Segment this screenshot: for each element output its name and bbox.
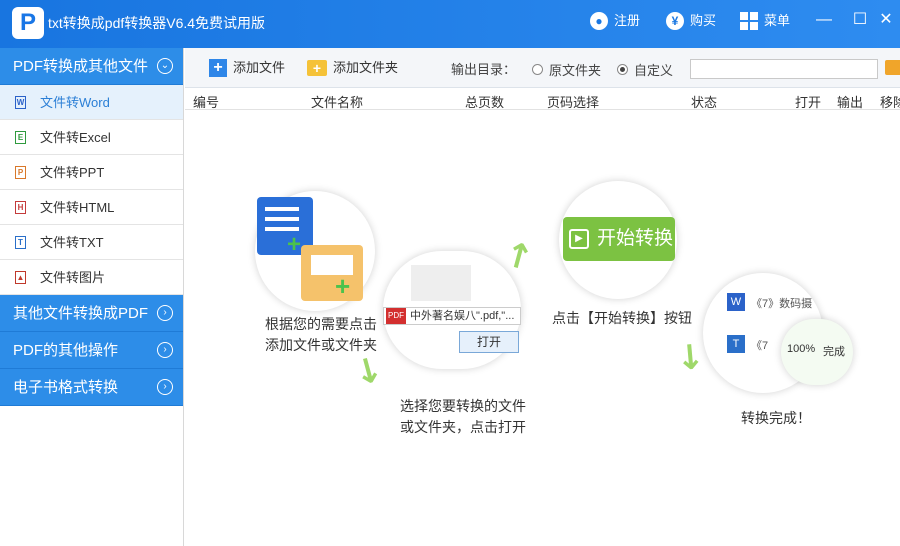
html-file-icon: H: [15, 201, 26, 214]
section-label: 其他文件转换成PDF: [13, 305, 149, 322]
sidebar-item-label: 文件转HTML: [40, 200, 115, 215]
add-folder-label: 添加文件夹: [333, 60, 399, 75]
progress-status: 完成: [823, 346, 845, 358]
sidebar-item-txt[interactable]: T 文件转TXT: [0, 225, 183, 260]
start-button-label: 开始转换: [597, 228, 674, 249]
filename-field: PDF 中外著名娱八".pdf,"...: [383, 307, 521, 325]
ppt-file-icon: P: [15, 166, 26, 179]
progress-value: 100%: [787, 343, 816, 355]
txt-file-icon: T: [727, 335, 745, 353]
step1-circle: + +: [255, 191, 375, 311]
dialog-open-button: 打开: [459, 331, 519, 353]
col-output: 输出: [837, 95, 864, 110]
sidebar-item-label: 文件转图片: [40, 270, 106, 285]
output-dir-label: 输出目录：: [451, 62, 517, 77]
sidebar-section-other-to-pdf[interactable]: 其他文件转换成PDF ›: [0, 295, 183, 332]
step2-text: 选择您要转换的文件 或文件夹，点击打开: [400, 398, 526, 435]
col-pages: 总页数: [465, 95, 505, 110]
col-open: 打开: [795, 95, 822, 110]
txt-file-icon: T: [15, 236, 26, 249]
sidebar-item-image[interactable]: ▲ 文件转图片: [0, 260, 183, 295]
image-file-icon: ▲: [15, 271, 26, 284]
sidebar-item-html[interactable]: H 文件转HTML: [0, 190, 183, 225]
radio-dot-selected: [617, 64, 628, 75]
sidebar-item-excel[interactable]: E 文件转Excel: [0, 120, 183, 155]
step4-text: 转换完成！: [741, 410, 811, 426]
chevron-right-icon: ›: [157, 379, 173, 395]
word-file-icon: W: [727, 293, 745, 311]
register-button[interactable]: ● 注册: [590, 10, 640, 32]
step1-text: 根据您的需要点击 添加文件或文件夹: [265, 316, 377, 353]
yen-icon: ¥: [666, 12, 684, 30]
col-remove: 移除: [880, 95, 900, 110]
col-page-select: 页码选择: [547, 95, 600, 110]
step3-caption: 点击【开始转换】按钮: [537, 308, 707, 329]
step1-caption: 根据您的需要点击 添加文件或文件夹: [241, 314, 401, 356]
col-status: 状态: [691, 95, 718, 110]
sidebar-section-pdf-to-other[interactable]: PDF转换成其他文件 ⌄: [0, 48, 183, 85]
file-table-header: 编号 文件名称 总页数 页码选择 状态 打开 输出 移除: [185, 88, 900, 110]
add-file-button[interactable]: + 添加文件: [209, 58, 285, 78]
buy-label: 购买: [690, 13, 717, 28]
col-filename: 文件名称: [311, 95, 364, 110]
sidebar-item-label: 文件转PPT: [40, 165, 105, 180]
sidebar-section-pdf-ops[interactable]: PDF的其他操作 ›: [0, 332, 183, 369]
sidebar-item-label: 文件转Word: [40, 95, 110, 110]
add-file-icon: +: [209, 59, 227, 77]
grid-icon: [740, 12, 758, 30]
toolbar: + 添加文件 + 添加文件夹 输出目录： 原文件夹 自定义: [185, 48, 900, 88]
radio-label: 原文件夹: [549, 63, 602, 78]
step3-circle: ▶ 开始转换: [559, 181, 677, 299]
radio-original-folder[interactable]: 原文件夹: [532, 60, 601, 79]
output-path-input[interactable]: [690, 59, 878, 79]
browse-folder-icon[interactable]: [885, 60, 900, 75]
done-progress-badge: 100% 完成: [781, 319, 853, 385]
add-folder-icon: +: [307, 60, 327, 76]
chevron-down-icon: ⌄: [157, 58, 173, 74]
add-folder-button[interactable]: + 添加文件夹: [307, 58, 398, 78]
word-file-icon: W: [15, 96, 26, 109]
sidebar-section-ebook[interactable]: 电子书格式转换 ›: [0, 369, 183, 406]
section-label: PDF转换成其他文件: [13, 58, 149, 75]
radio-custom[interactable]: 自定义: [617, 60, 673, 79]
file-list-blur: [411, 265, 471, 301]
excel-file-icon: E: [15, 131, 26, 144]
step3-text: 点击【开始转换】按钮: [552, 310, 692, 326]
section-label: 电子书格式转换: [13, 379, 119, 396]
done-file1: 《7》数码摄: [751, 298, 813, 310]
menu-button[interactable]: 菜单: [740, 10, 790, 32]
chevron-right-icon: ›: [157, 342, 173, 358]
add-file-label: 添加文件: [233, 60, 286, 75]
dialog-filename: 中外著名娱八".pdf,"...: [410, 310, 515, 322]
col-index: 编号: [193, 95, 220, 110]
app-logo: P: [12, 7, 44, 39]
sidebar-item-label: 文件转TXT: [40, 235, 104, 250]
sidebar-item-word[interactable]: W 文件转Word: [0, 85, 183, 120]
chevron-right-icon: ›: [157, 305, 173, 321]
pdf-tag: PDF: [386, 308, 406, 324]
done-file2: 《7: [751, 340, 769, 352]
start-convert-button-illustration: ▶ 开始转换: [563, 217, 675, 261]
play-icon: ▶: [569, 229, 589, 249]
sidebar: PDF转换成其他文件 ⌄ W 文件转Word E 文件转Excel P 文件转P…: [0, 48, 184, 546]
section-label: PDF的其他操作: [13, 342, 119, 359]
close-button[interactable]: ✕: [874, 8, 898, 32]
menu-label: 菜单: [764, 13, 791, 28]
radio-dot: [532, 64, 543, 75]
register-label: 注册: [614, 13, 641, 28]
step4-caption: 转换完成！: [711, 408, 841, 429]
folder-icon: +: [301, 245, 363, 301]
maximize-button[interactable]: ☐: [848, 8, 872, 32]
radio-label: 自定义: [634, 63, 674, 78]
minimize-button[interactable]: —: [812, 8, 836, 32]
title-bar: P txt转换成pdf转换器V6.4免费试用版 ● 注册 ¥ 购买 菜单 — ☐…: [0, 0, 900, 48]
user-icon: ●: [590, 12, 608, 30]
sidebar-item-label: 文件转Excel: [40, 130, 111, 145]
step2-circle: PDF 中外著名娱八".pdf,"... 打开: [383, 251, 521, 369]
usage-guide: + + 根据您的需要点击 添加文件或文件夹 ↘ PDF 中外著名娱八".pdf,…: [185, 111, 900, 546]
buy-button[interactable]: ¥ 购买: [666, 10, 716, 32]
sidebar-item-ppt[interactable]: P 文件转PPT: [0, 155, 183, 190]
app-title: txt转换成pdf转换器V6.4免费试用版: [48, 15, 266, 31]
step2-caption: 选择您要转换的文件 或文件夹，点击打开: [385, 396, 541, 438]
